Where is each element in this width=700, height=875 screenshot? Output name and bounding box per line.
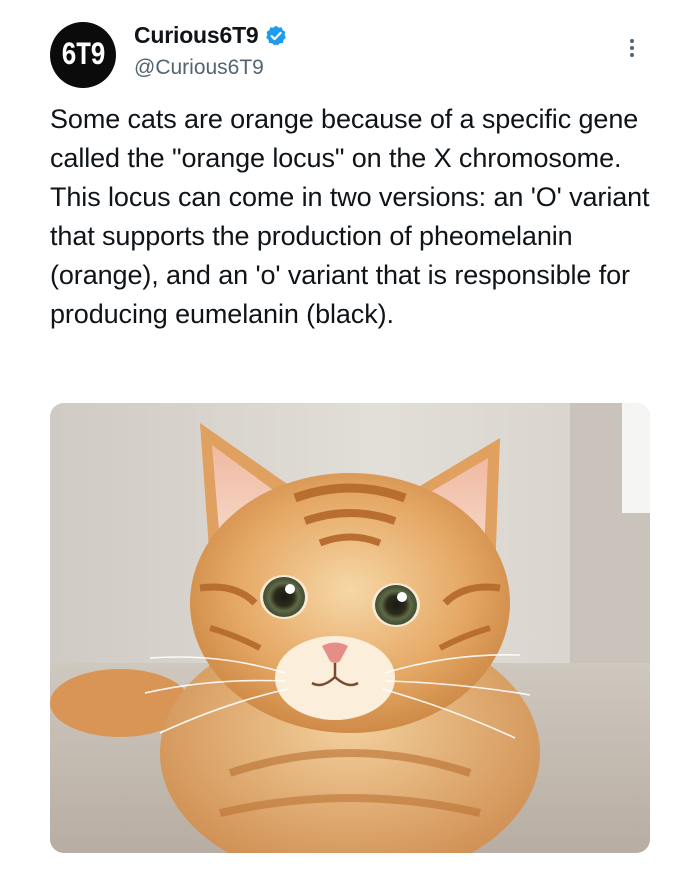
- avatar[interactable]: 6T9: [50, 22, 116, 88]
- display-name[interactable]: Curious6T9: [134, 22, 259, 49]
- verified-badge-icon: [265, 25, 287, 47]
- more-dot: [630, 46, 634, 50]
- more-dot: [630, 39, 634, 43]
- more-options-icon[interactable]: [620, 30, 644, 66]
- tweet-media-image[interactable]: [50, 403, 650, 853]
- author-handle[interactable]: @Curious6T9: [134, 56, 264, 80]
- tweet-card: 6T9 Curious6T9 @Curious6T9 Some cats are…: [0, 0, 700, 875]
- more-dot: [630, 53, 634, 57]
- author-name-row: Curious6T9: [134, 22, 287, 49]
- tweet-text: Some cats are orange because of a specif…: [50, 104, 650, 329]
- avatar-logo-text: 6T9: [61, 36, 106, 74]
- kitten-photo: [50, 403, 650, 853]
